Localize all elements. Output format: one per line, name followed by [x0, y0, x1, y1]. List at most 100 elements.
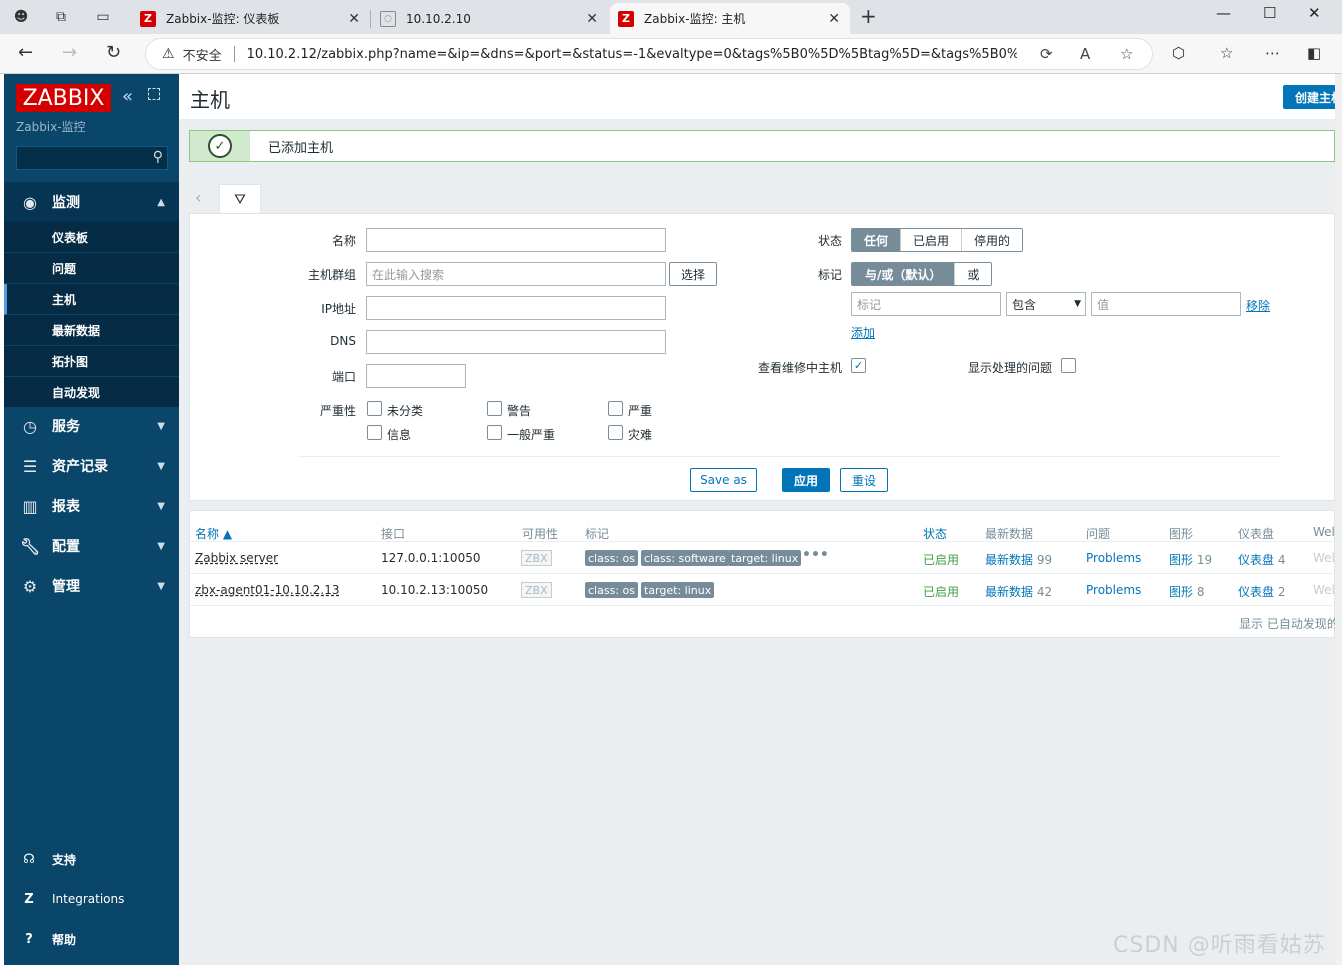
more-tags-icon[interactable]: ••• — [802, 547, 829, 563]
chevron-left-icon[interactable]: ‹ — [195, 188, 201, 207]
kiosk-mode-icon[interactable] — [148, 88, 160, 100]
tag-name-input[interactable]: 标记 — [851, 292, 1001, 316]
name-input[interactable] — [366, 228, 666, 252]
host-status-link[interactable]: 已启用 — [923, 551, 959, 568]
apply-button[interactable]: 应用 — [782, 468, 830, 492]
filter-tab[interactable]: ⛛ — [219, 184, 261, 214]
severity-disaster-checkbox[interactable] — [608, 425, 623, 440]
graphs-link[interactable]: 图形 8 — [1169, 583, 1204, 600]
host-name-link[interactable]: Zabbix server — [195, 551, 278, 565]
sidebar-toggle-icon[interactable]: ◧ — [1307, 44, 1321, 62]
browser-tab-hosts[interactable]: Z Zabbix-监控: 主机 ✕ — [610, 3, 850, 34]
tag-badge[interactable]: class: os — [585, 550, 638, 566]
severity-high-checkbox[interactable] — [608, 401, 623, 416]
support-link[interactable]: ☊ 支持 — [4, 839, 179, 879]
close-tab-icon[interactable]: ✕ — [828, 11, 840, 27]
col-name-header[interactable]: 名称 ▲ — [195, 525, 232, 542]
workspaces-icon[interactable]: ⧉ — [50, 6, 72, 28]
maximize-icon[interactable]: ☐ — [1263, 4, 1276, 22]
minimize-icon[interactable]: — — [1216, 4, 1231, 22]
tag-badge[interactable]: class: os — [585, 582, 638, 598]
host-status-link[interactable]: 已启用 — [923, 583, 959, 600]
menu-administration[interactable]: ⚙ 管理 ▼ — [4, 566, 179, 606]
create-host-button[interactable]: 创建主机 — [1283, 85, 1342, 109]
close-window-icon[interactable]: ✕ — [1308, 4, 1321, 22]
web-link[interactable]: Wel — [1313, 583, 1335, 597]
port-input[interactable] — [366, 364, 466, 388]
sidebar-search-input[interactable]: ⚲ — [16, 146, 168, 170]
tags-mode-control[interactable]: 与/或（默认） 或 — [851, 262, 993, 286]
menu-inventory[interactable]: ☰ 资产记录 ▼ — [4, 446, 179, 486]
favorites-icon[interactable]: ☆ — [1220, 44, 1233, 62]
severity-warning-checkbox[interactable] — [487, 401, 502, 416]
insecure-label[interactable]: 不安全 — [183, 45, 222, 64]
status-disabled-option[interactable]: 停用的 — [962, 229, 1023, 251]
tags-and-or-option[interactable]: 与/或（默认） — [852, 263, 956, 285]
new-tab-icon[interactable]: + — [860, 4, 877, 28]
dashboards-link[interactable]: 仪表盘 4 — [1238, 551, 1285, 568]
web-link[interactable]: Wel — [1313, 551, 1335, 565]
search-icon[interactable]: ⚲ — [153, 149, 163, 165]
add-tag-link[interactable]: 添加 — [851, 324, 875, 341]
tag-operator-select[interactable]: 包含 ▼ — [1006, 292, 1086, 316]
status-any-option[interactable]: 任何 — [852, 229, 902, 251]
submenu-discovery[interactable]: 自动发现 — [4, 377, 179, 408]
severity-not-classified-checkbox[interactable] — [367, 401, 382, 416]
menu-services[interactable]: ◷ 服务 ▼ — [4, 406, 179, 446]
help-link[interactable]: ? 帮助 — [4, 919, 179, 959]
url-field[interactable]: ⚠ 不安全 10.10.2.12/zabbix.php?name=&ip=&dn… — [145, 38, 1153, 70]
submenu-problems[interactable]: 问题 — [4, 253, 179, 284]
more-icon[interactable]: ⋯ — [1265, 44, 1280, 62]
status-segmented-control[interactable]: 任何 已启用 停用的 — [851, 228, 1024, 252]
close-tab-icon[interactable]: ✕ — [586, 11, 598, 27]
maintenance-checkbox[interactable]: ✓ — [851, 358, 866, 373]
zabbix-logo[interactable]: ZABBIX — [16, 84, 111, 112]
submenu-dashboard[interactable]: 仪表板 — [4, 222, 179, 253]
select-hostgroup-button[interactable]: 选择 — [669, 262, 717, 286]
problems-link[interactable]: Problems — [1086, 551, 1141, 565]
profile-avatar-icon[interactable]: ☻ — [10, 6, 32, 28]
hostgroup-input[interactable]: 在此输入搜索 — [366, 262, 666, 286]
tag-value-input[interactable]: 值 — [1091, 292, 1241, 316]
severity-info-checkbox[interactable] — [367, 425, 382, 440]
submenu-latest-data[interactable]: 最新数据 — [4, 315, 179, 346]
menu-reports[interactable]: ▥ 报表 ▼ — [4, 486, 179, 526]
problems-link[interactable]: Problems — [1086, 583, 1141, 597]
menu-configuration[interactable]: 🔧︎ 配置 ▼ — [4, 526, 179, 566]
remove-tag-link[interactable]: 移除 — [1246, 297, 1270, 314]
save-as-button[interactable]: Save as — [690, 468, 757, 492]
dashboards-link[interactable]: 仪表盘 2 — [1238, 583, 1285, 600]
ip-input[interactable] — [366, 296, 666, 320]
read-aloud-icon[interactable]: A — [1080, 45, 1090, 63]
tag-badge[interactable]: target: linux — [728, 550, 802, 566]
favorite-star-icon[interactable]: ☆ — [1120, 45, 1133, 63]
page-scrollbar[interactable] — [1335, 74, 1342, 965]
extensions-icon[interactable]: ⬡ — [1172, 44, 1185, 62]
url-text[interactable]: 10.10.2.12/zabbix.php?name=&ip=&dns=&por… — [247, 47, 1017, 62]
browser-tab-dashboard[interactable]: Z Zabbix-监控: 仪表板 ✕ — [132, 3, 371, 34]
forward-icon[interactable]: → — [62, 42, 77, 63]
severity-average-checkbox[interactable] — [487, 425, 502, 440]
translate-icon[interactable]: ⟳ — [1040, 45, 1053, 63]
reset-button[interactable]: 重设 — [840, 468, 888, 492]
tags-or-option[interactable]: 或 — [955, 263, 992, 285]
tab-actions-icon[interactable]: ▭ — [92, 6, 114, 28]
suppressed-checkbox[interactable] — [1061, 358, 1076, 373]
latest-data-link[interactable]: 最新数据 42 — [985, 583, 1052, 600]
graphs-link[interactable]: 图形 19 — [1169, 551, 1212, 568]
col-status-header[interactable]: 状态 — [923, 525, 947, 542]
back-icon[interactable]: ← — [18, 42, 33, 63]
integrations-link[interactable]: Z Integrations — [4, 879, 179, 919]
close-tab-icon[interactable]: ✕ — [348, 11, 360, 27]
refresh-icon[interactable]: ↻ — [106, 42, 121, 63]
submenu-hosts[interactable]: 主机 — [4, 284, 179, 315]
latest-data-link[interactable]: 最新数据 99 — [985, 551, 1052, 568]
menu-monitoring[interactable]: ◉ 监测 ▲ — [4, 182, 179, 222]
browser-tab-ip[interactable]: ◌ 10.10.2.10 ✕ — [372, 3, 608, 34]
status-enabled-option[interactable]: 已启用 — [901, 229, 963, 251]
host-name-link[interactable]: zbx-agent01-10.10.2.13 — [195, 583, 340, 597]
tag-badge[interactable]: target: linux — [641, 582, 715, 598]
collapse-sidebar-icon[interactable]: « — [122, 86, 133, 107]
tag-badge[interactable]: class: software — [641, 550, 729, 566]
submenu-maps[interactable]: 拓扑图 — [4, 346, 179, 377]
